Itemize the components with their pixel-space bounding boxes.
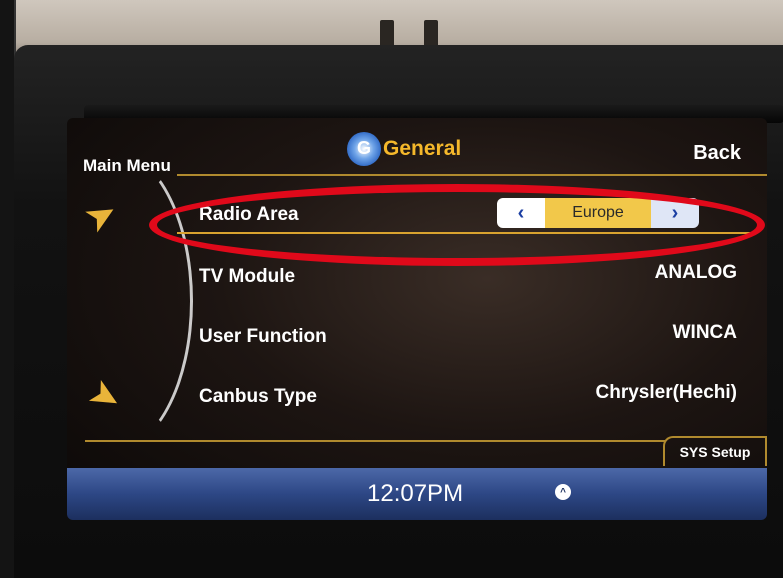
highlight-annotation xyxy=(149,184,765,266)
status-bar: 12:07PM ^ xyxy=(67,468,767,520)
tv-module-label[interactable]: TV Module xyxy=(199,266,295,288)
screen-header: Main Menu General Back xyxy=(67,118,767,178)
header-divider xyxy=(177,174,767,176)
tab-sys-setup[interactable]: SYS Setup xyxy=(663,436,767,466)
gear-icon xyxy=(347,132,381,166)
canbus-type-label[interactable]: Canbus Type xyxy=(199,386,317,408)
panel-bottom-divider xyxy=(85,440,665,442)
user-function-value[interactable]: WINCA xyxy=(673,322,737,344)
back-button[interactable]: Back xyxy=(693,142,741,165)
tv-module-value[interactable]: ANALOG xyxy=(655,262,737,284)
canbus-type-value[interactable]: Chrysler(Hechi) xyxy=(596,382,738,404)
head-unit-screen: Main Menu General Back ➤ ➤ Radio Area ‹ … xyxy=(67,118,767,520)
eject-up-icon[interactable]: ^ xyxy=(555,484,571,500)
user-function-label[interactable]: User Function xyxy=(199,326,327,348)
page-title: General xyxy=(383,137,462,160)
clock: 12:07PM xyxy=(367,480,464,507)
page-title-group: General xyxy=(347,132,461,166)
